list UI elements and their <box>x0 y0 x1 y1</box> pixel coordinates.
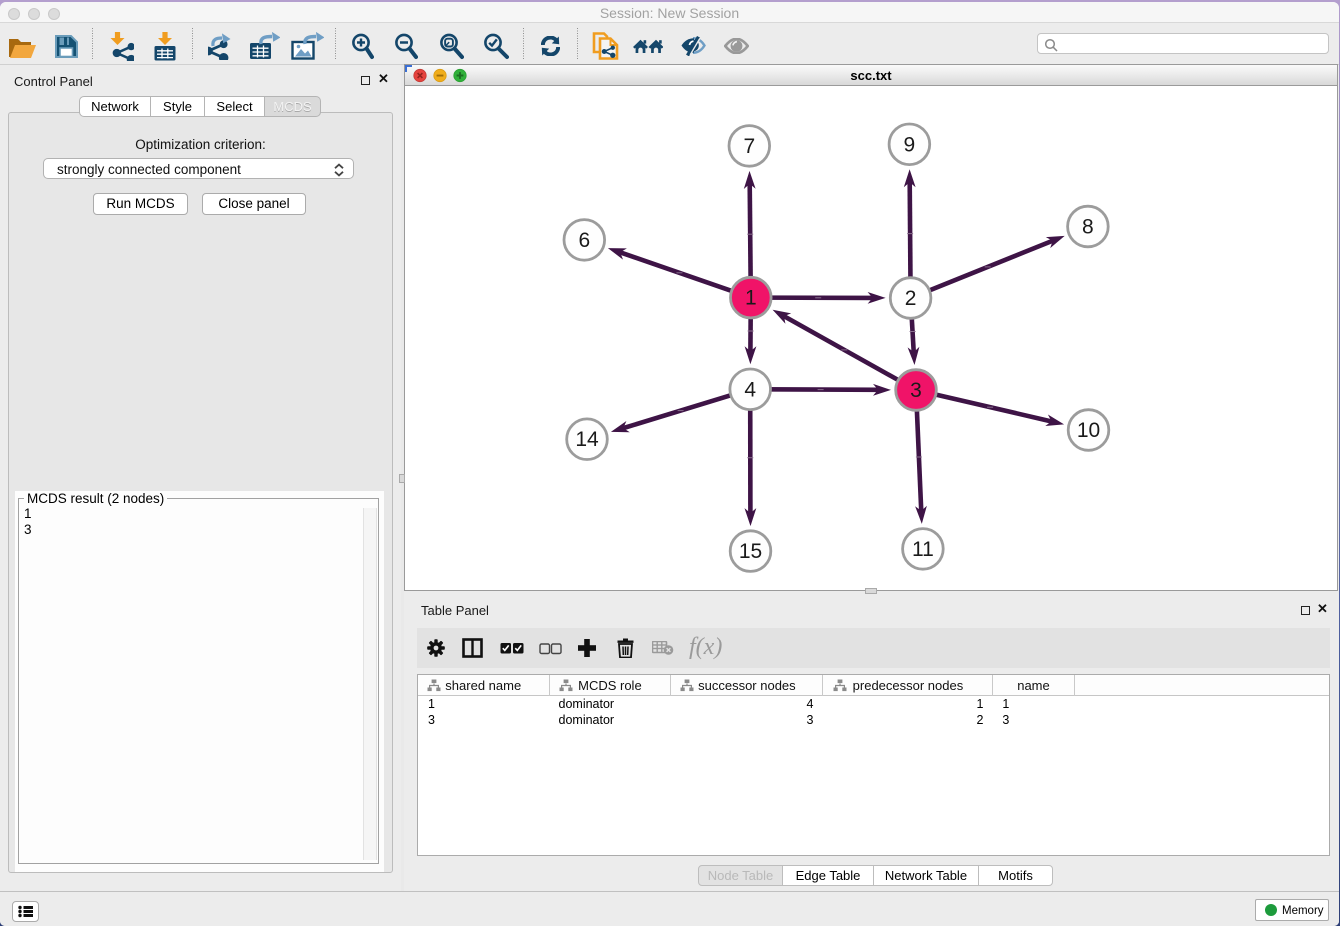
svg-text:9: 9 <box>904 133 916 156</box>
svg-text:11: 11 <box>912 538 934 561</box>
svg-text:6: 6 <box>578 229 590 252</box>
svg-text:2: 2 <box>905 287 917 310</box>
svg-text:3: 3 <box>910 379 922 402</box>
svg-text:8: 8 <box>1082 216 1094 239</box>
svg-text:1: 1 <box>745 287 757 310</box>
svg-text:15: 15 <box>739 540 762 563</box>
svg-text:4: 4 <box>744 378 756 401</box>
svg-text:14: 14 <box>575 428 599 451</box>
svg-text:7: 7 <box>743 135 755 158</box>
svg-text:10: 10 <box>1077 419 1100 442</box>
